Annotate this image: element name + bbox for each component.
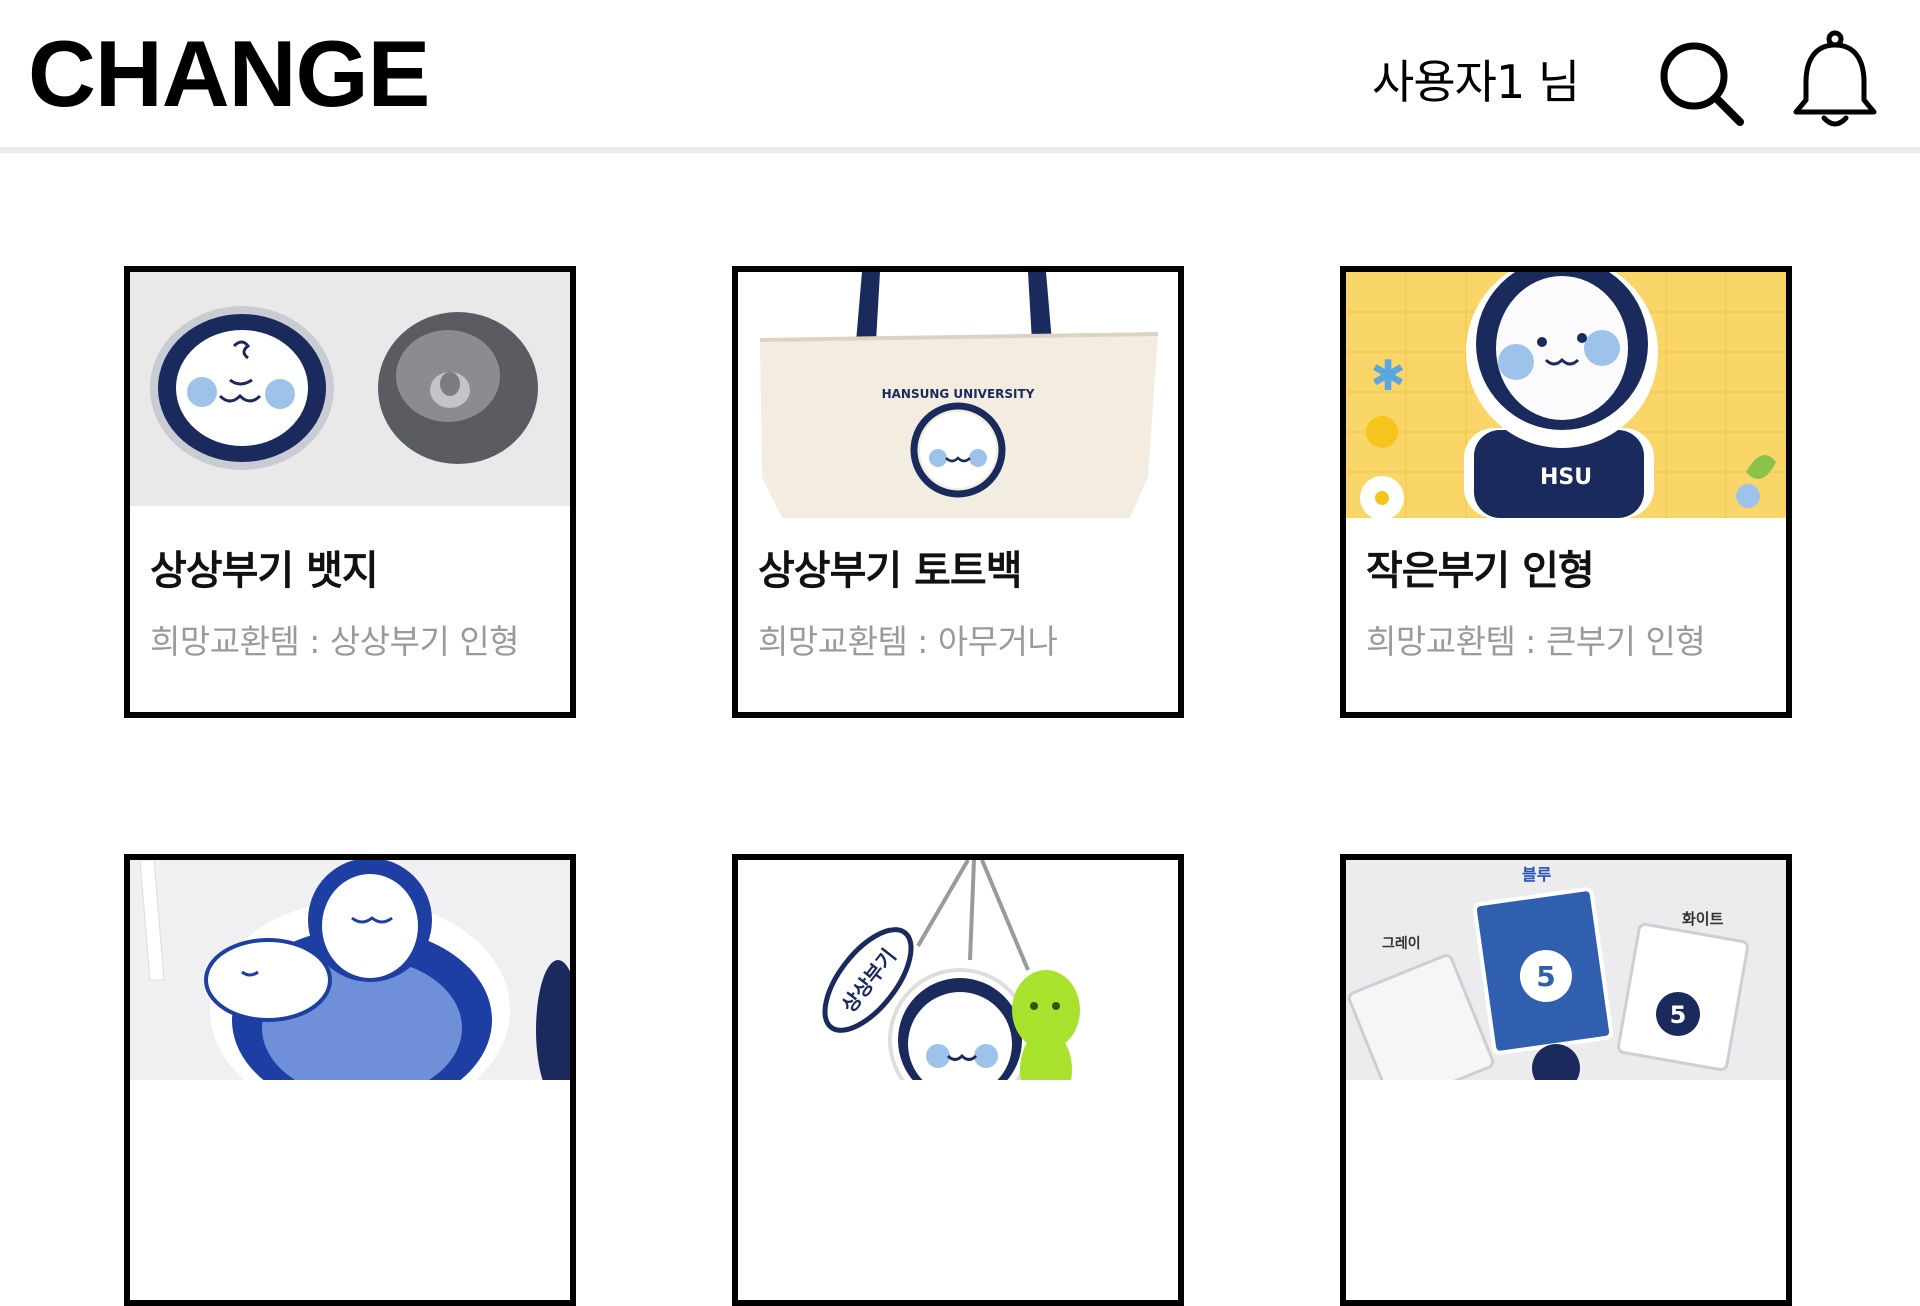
item-image-plush-doll: ✱ HSU	[1346, 272, 1786, 518]
item-wish: 희망교환템 : 아무거나	[758, 622, 1058, 661]
keychain-illustration: 상상부기	[738, 860, 1178, 1112]
app-header: CHANGE 사용자1 님	[0, 0, 1920, 153]
search-icon	[1660, 42, 1744, 126]
plush-doll-illustration: ✱ HSU	[1346, 272, 1786, 518]
svg-text:✱: ✱	[1370, 351, 1405, 400]
item-wish: 희망교환템 : 큰부기 인형	[1366, 622, 1706, 661]
patch-illustration	[130, 860, 570, 1120]
badge-illustration	[130, 272, 570, 506]
item-image-badge	[130, 272, 570, 518]
username-label[interactable]: 사용자1 님	[1372, 52, 1580, 112]
bag-print-text: HANSUNG UNIVERSITY	[882, 387, 1035, 401]
tote-bag-illustration: HANSUNG UNIVERSITY	[738, 272, 1178, 518]
item-card-patch[interactable]	[124, 854, 576, 1306]
item-image-keychain: 상상부기	[738, 860, 1178, 1300]
shirt-print-text: HSU	[1540, 465, 1592, 490]
item-image-stickers: 블루 그레이 화이트 5 5	[1346, 860, 1786, 1300]
item-title: 상상부기 토트백	[758, 548, 1023, 594]
item-title: 상상부기 뱃지	[150, 548, 379, 594]
item-card-keychain[interactable]: 상상부기	[732, 854, 1184, 1306]
stickers-illustration: 블루 그레이 화이트 5 5	[1346, 860, 1786, 1106]
app-logo[interactable]: CHANGE	[28, 24, 430, 124]
sticker-label-blue: 블루	[1522, 865, 1552, 884]
search-button[interactable]	[1656, 38, 1746, 128]
item-card-tote-bag[interactable]: HANSUNG UNIVERSITY 상상부기 토트백 희망교환템 : 아무거나	[732, 266, 1184, 718]
svg-text:5: 5	[1670, 1001, 1687, 1029]
item-card-plush-doll[interactable]: ✱ HSU 작은부기 인형 희망교환템 : 큰부기 인형	[1340, 266, 1792, 718]
sticker-label-white: 화이트	[1682, 910, 1724, 928]
item-wish: 희망교환템 : 상상부기 인형	[150, 622, 520, 661]
item-card-badge[interactable]: 상상부기 뱃지 희망교환템 : 상상부기 인형	[124, 266, 576, 718]
notification-button[interactable]	[1790, 30, 1880, 130]
item-image-tote-bag: HANSUNG UNIVERSITY	[738, 272, 1178, 518]
svg-text:5: 5	[1536, 960, 1555, 993]
item-image-patch	[130, 860, 570, 1300]
bell-icon	[1793, 30, 1877, 127]
item-title: 작은부기 인형	[1366, 548, 1595, 594]
item-card-stickers[interactable]: 블루 그레이 화이트 5 5	[1340, 854, 1792, 1306]
sticker-label-gray: 그레이	[1382, 935, 1421, 952]
